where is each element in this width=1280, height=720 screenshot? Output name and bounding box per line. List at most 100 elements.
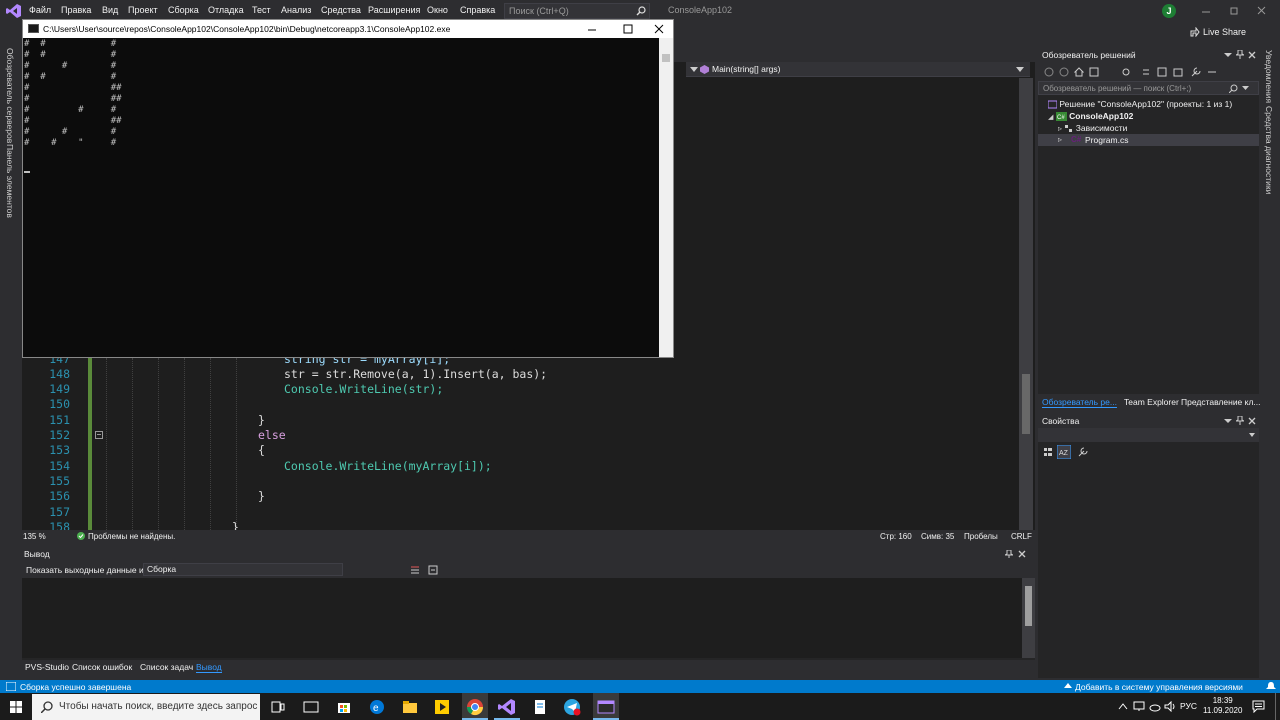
code-text[interactable]: else (258, 428, 286, 442)
tab-output[interactable]: Вывод (196, 662, 222, 673)
chevron-down-icon[interactable] (1224, 417, 1232, 425)
scrollbar-thumb[interactable] (662, 54, 670, 62)
properties-wrench-icon[interactable] (1191, 67, 1201, 77)
taskbar-search-input[interactable]: Чтобы начать поиск, введите здесь запрос (32, 694, 260, 720)
chevron-down-icon[interactable] (1224, 51, 1232, 59)
scrollbar-thumb[interactable] (1025, 586, 1032, 626)
menu-extensions[interactable]: Расширения (368, 5, 420, 15)
menu-edit[interactable]: Правка (61, 5, 91, 15)
collapse-all-icon[interactable] (1157, 67, 1167, 77)
member-dropdown[interactable]: Main(string[] args) (686, 62, 1030, 77)
menu-debug[interactable]: Отладка (208, 5, 244, 15)
console-maximize-icon[interactable] (616, 21, 640, 37)
menu-view[interactable]: Вид (102, 5, 118, 15)
menu-help[interactable]: Справка (460, 5, 495, 15)
forward-icon[interactable] (1059, 67, 1069, 77)
cloud-icon[interactable] (1149, 701, 1161, 712)
code-text[interactable]: { (258, 443, 265, 457)
tree-dependencies[interactable]: ▹ Зависимости (1058, 123, 1127, 133)
expanded-icon[interactable]: ◢ (1048, 114, 1053, 121)
notepad-icon[interactable] (530, 697, 550, 717)
tab-toolbox[interactable]: Панель элементов (5, 144, 15, 218)
collapse-toggle[interactable] (95, 431, 103, 439)
output-scrollbar[interactable] (1022, 578, 1035, 658)
tray-chevron-up-icon[interactable] (1118, 702, 1128, 710)
properties-object-dropdown[interactable] (1038, 428, 1259, 442)
menu-project[interactable]: Проект (128, 5, 158, 15)
collapsed-icon[interactable]: ▹ (1058, 135, 1062, 144)
tree-file-selected[interactable]: ▹ C# Program.cs (1038, 134, 1259, 146)
pending-changes-icon[interactable] (1121, 67, 1131, 77)
back-icon[interactable] (1044, 67, 1054, 77)
whitespace-mode[interactable]: Пробелы (964, 532, 998, 541)
taskbar-app-vs[interactable] (494, 693, 520, 720)
pin-icon[interactable] (1236, 416, 1244, 425)
menu-build[interactable]: Сборка (168, 5, 199, 15)
tab-error-list[interactable]: Список ошибок (72, 662, 132, 672)
menu-analyze[interactable]: Анализ (281, 5, 311, 15)
close-icon[interactable] (1018, 550, 1026, 558)
issues-status[interactable]: Проблемы не найдены. (88, 532, 175, 541)
search-input[interactable]: Поиск (Ctrl+Q) (504, 3, 650, 19)
tray-clock[interactable]: 18:39 11.09.2020 (1203, 696, 1242, 716)
tree-solution[interactable]: Решение "ConsoleApp102" (проекты: 1 из 1… (1048, 99, 1232, 109)
property-pages-wrench-icon[interactable] (1078, 447, 1088, 457)
output-text-area[interactable] (22, 578, 1022, 658)
code-text[interactable]: str = str.Remove(a, 1).Insert(a, bas); (284, 367, 547, 381)
console-titlebar[interactable]: C:\Users\User\source\repos\ConsoleApp102… (23, 20, 673, 38)
close-icon[interactable] (1252, 3, 1272, 19)
editor-scrollbar[interactable] (1019, 78, 1033, 530)
menu-test[interactable]: Тест (252, 5, 271, 15)
taskbar-app-console[interactable] (593, 693, 619, 720)
tab-pvs-studio[interactable]: PVS-Studio (25, 662, 69, 672)
preview-icon[interactable] (1207, 67, 1217, 77)
avatar[interactable]: J (1162, 4, 1176, 18)
notifications-icon[interactable] (1266, 682, 1276, 691)
close-icon[interactable] (1248, 417, 1256, 425)
categorized-icon[interactable] (1043, 447, 1053, 457)
code-text[interactable]: } (258, 413, 265, 427)
console-minimize-icon[interactable] (580, 21, 604, 37)
edge-browser-icon[interactable]: e (367, 697, 387, 717)
tab-task-list[interactable]: Список задач (140, 662, 193, 672)
show-all-files-icon[interactable] (1173, 67, 1183, 77)
tab-server-explorer[interactable]: Обозреватель серверов (5, 48, 15, 143)
home-icon[interactable] (1074, 67, 1084, 77)
live-share-button[interactable]: Live Share (1190, 27, 1246, 37)
media-player-icon[interactable] (432, 697, 452, 717)
menu-file[interactable]: Файл (29, 5, 51, 15)
alphabetical-icon[interactable]: AZ (1057, 445, 1071, 459)
show-desktop-button[interactable] (1275, 693, 1279, 720)
menu-tools[interactable]: Средства (321, 5, 361, 15)
network-icon[interactable] (1133, 701, 1145, 712)
pin-icon[interactable] (1236, 50, 1244, 59)
action-center-icon[interactable] (1252, 700, 1265, 713)
word-wrap-icon[interactable] (428, 565, 438, 575)
scrollbar-thumb[interactable] (1022, 374, 1030, 434)
telegram-icon[interactable] (562, 697, 582, 717)
tab-solution-explorer[interactable]: Обозреватель ре... (1042, 397, 1117, 408)
menu-window[interactable]: Окно (427, 5, 448, 15)
switch-views-icon[interactable] (1089, 67, 1099, 77)
add-to-source-control[interactable]: Добавить в систему управления версиями (1075, 682, 1243, 692)
tab-team-explorer[interactable]: Team Explorer (1124, 397, 1179, 407)
line-ending[interactable]: CRLF (1011, 532, 1032, 541)
ink-workspace-icon[interactable] (301, 697, 321, 717)
collapsed-icon[interactable]: ▹ (1058, 124, 1062, 133)
minimize-icon[interactable] (1196, 3, 1216, 19)
tab-diagnostic-tools[interactable]: Средства диагностики (1264, 106, 1274, 194)
task-view-icon[interactable] (268, 697, 288, 717)
code-text[interactable]: Console.WriteLine(myArray[i]); (284, 459, 492, 473)
taskbar-active-app[interactable] (462, 693, 488, 720)
volume-icon[interactable] (1164, 701, 1176, 712)
windows-start-icon[interactable] (10, 701, 22, 713)
tree-project[interactable]: ◢ C# ConsoleApp102 (1048, 111, 1133, 122)
clear-all-icon[interactable] (410, 565, 420, 575)
code-text[interactable]: } (258, 489, 265, 503)
file-explorer-icon[interactable] (400, 697, 420, 717)
output-source-dropdown[interactable]: Сборка (143, 563, 343, 576)
console-window[interactable]: C:\Users\User\source\repos\ConsoleApp102… (22, 19, 674, 358)
tab-notifications[interactable]: Уведомления (1264, 50, 1274, 103)
keyboard-language[interactable]: РУС (1180, 701, 1197, 711)
store-icon[interactable] (334, 697, 354, 717)
